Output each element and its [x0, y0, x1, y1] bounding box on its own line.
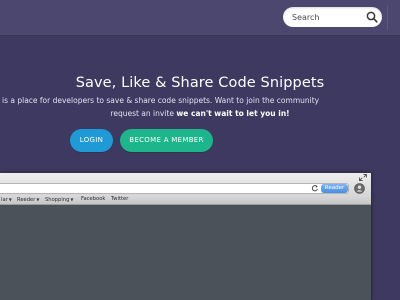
- search-box[interactable]: [283, 7, 382, 27]
- account-icon[interactable]: [354, 183, 365, 194]
- browser-window: Reader lar▼ Reeder▼ Shopping▼ Facebook T…: [0, 173, 372, 300]
- topbar-divider: [387, 5, 388, 30]
- reader-button[interactable]: Reader: [321, 184, 348, 193]
- hero-invite-bold: we can't wait to let you in!: [176, 109, 290, 118]
- url-bar[interactable]: [0, 183, 349, 194]
- chevron-down-icon: ▼: [36, 197, 40, 202]
- reload-icon[interactable]: [311, 184, 319, 192]
- bookmarks-bar: lar▼ Reeder▼ Shopping▼ Facebook Twitter: [0, 195, 371, 205]
- fullscreen-icon[interactable]: [359, 174, 367, 181]
- bookmark-item[interactable]: Twitter: [111, 195, 128, 204]
- bookmark-item[interactable]: Facebook: [81, 195, 105, 204]
- chevron-down-icon: ▼: [70, 197, 74, 202]
- hero-description: is a place for developers to save & shar…: [2, 96, 320, 105]
- search-input[interactable]: [292, 10, 360, 24]
- become-member-button[interactable]: BECOME A MEMBER: [120, 129, 213, 152]
- chevron-down-icon: ▼: [8, 197, 12, 202]
- top-bar: [0, 0, 400, 36]
- search-icon[interactable]: [365, 10, 379, 24]
- login-button[interactable]: LOGIN: [70, 129, 113, 152]
- hero-invite-plain: request an invite: [110, 109, 177, 118]
- browser-toolbar: Reader: [0, 173, 371, 196]
- bookmark-item[interactable]: lar▼: [1, 195, 12, 204]
- hero-title: Save, Like & Share Code Snippets: [75, 75, 325, 91]
- bookmark-item[interactable]: Reeder▼: [17, 195, 39, 204]
- browser-content: [0, 205, 371, 300]
- hero-invite-text: request an invite we can't wait to let y…: [0, 109, 400, 118]
- bookmark-item[interactable]: Shopping▼: [45, 195, 73, 204]
